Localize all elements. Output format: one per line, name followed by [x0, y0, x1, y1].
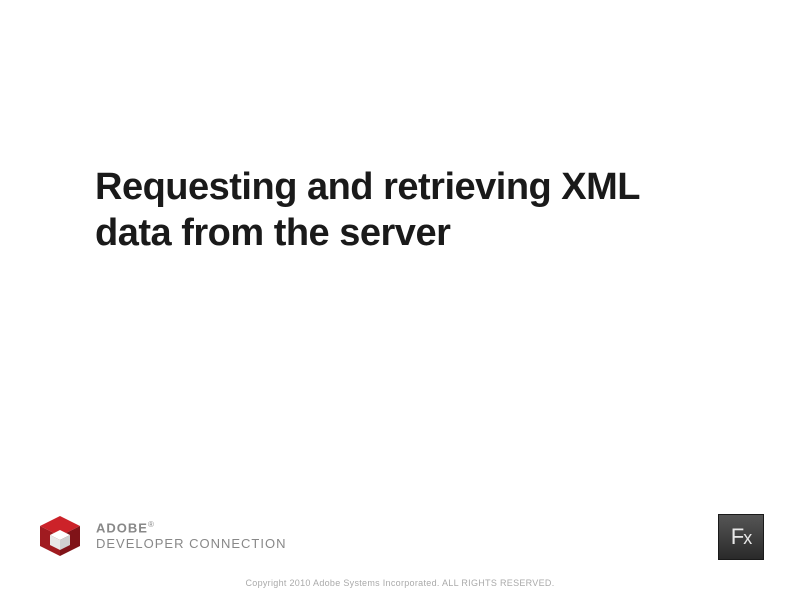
flex-badge-icon: Fx [718, 514, 764, 560]
adobe-cube-icon [36, 512, 84, 560]
badge-letter-x: x [743, 528, 751, 548]
registered-mark: ® [148, 520, 155, 529]
footer: ADOBE® DEVELOPER CONNECTION Fx Copyright… [0, 505, 800, 600]
flex-badge-text: Fx [731, 524, 751, 550]
slide-title: Requesting and retrieving XML data from … [95, 165, 705, 256]
brand-adobe: ADOBE [96, 521, 148, 536]
brand-name: ADOBE® [96, 520, 286, 536]
slide-container: Requesting and retrieving XML data from … [0, 0, 800, 600]
adobe-logo-block: ADOBE® DEVELOPER CONNECTION [36, 512, 286, 560]
brand-subtitle: DEVELOPER CONNECTION [96, 536, 286, 552]
brand-text: ADOBE® DEVELOPER CONNECTION [96, 520, 286, 552]
copyright-text: Copyright 2010 Adobe Systems Incorporate… [0, 578, 800, 588]
badge-letter-f: F [731, 524, 743, 549]
